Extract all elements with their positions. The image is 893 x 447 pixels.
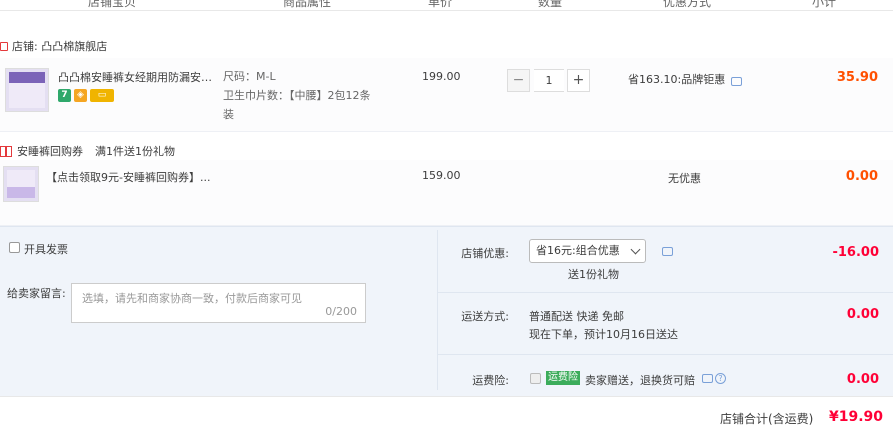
- header-discount: 优惠方式: [663, 0, 712, 9]
- item-attr-pad: 卫生巾片数：【中腰】2包12条: [223, 89, 371, 102]
- item-subtotal: 35.90: [836, 70, 878, 85]
- header-divider: [0, 10, 893, 11]
- store-label[interactable]: 店铺: 凸凸棉旗舰店: [12, 40, 107, 53]
- header-item: 店铺宝贝: [88, 0, 137, 9]
- insurance-tag: 运费险: [546, 371, 580, 385]
- qty-decrement-button[interactable]: −: [507, 69, 530, 92]
- gift-rule: 满1件送1份礼物: [95, 145, 175, 158]
- chevron-down-icon: [630, 244, 641, 255]
- guarantee-icon: ◈: [74, 89, 87, 102]
- seven-day-return-icon: 7: [58, 89, 71, 102]
- store-total-label: 店铺合计(含运费): [720, 412, 814, 426]
- chat-icon[interactable]: [702, 374, 713, 383]
- insurance-amount: 0.00: [846, 372, 879, 387]
- item-price: 199.00: [422, 70, 461, 83]
- item-attr-size: 尺码：M-L: [223, 70, 276, 83]
- store-discount-label: 店铺优惠:: [461, 247, 509, 260]
- credit-card-icon: ▭: [90, 89, 114, 102]
- store-total-amount: ¥19.90: [829, 409, 884, 425]
- item-title[interactable]: 凸凸棉安睡裤女经期用防漏安心...: [58, 69, 218, 85]
- store-name[interactable]: 店铺: 凸凸棉旗舰店: [0, 38, 107, 54]
- item-thumbnail[interactable]: [3, 166, 39, 202]
- message-textarea[interactable]: 选填，请先和商家协商一致，付款后商家可见 0/200: [71, 283, 366, 323]
- chat-icon[interactable]: [731, 77, 742, 86]
- message-placeholder: 选填，请先和商家协商一致，付款后商家可见: [82, 292, 302, 305]
- store-discount-note: 送1份礼物: [568, 268, 619, 281]
- header-subtotal: 小计: [812, 0, 837, 9]
- item-price: 159.00: [422, 169, 461, 182]
- item-thumbnail[interactable]: [5, 68, 49, 112]
- header-attrs: 商品属性: [283, 0, 332, 9]
- gift-name: 安睡裤回购券: [17, 145, 83, 158]
- store-discount-value: 省16元:组合优惠: [536, 244, 620, 257]
- item-title[interactable]: 【点击领取9元-安睡裤回购券】...: [46, 169, 216, 185]
- row-divider: [438, 292, 893, 293]
- table-header: 店铺宝贝 商品属性 单价 数量 优惠方式 小计: [0, 0, 893, 10]
- store-discount-select[interactable]: 省16元:组合优惠: [529, 239, 646, 263]
- invoice-checkbox[interactable]: [9, 242, 20, 253]
- row-divider: [438, 354, 893, 355]
- header-price: 单价: [428, 0, 453, 9]
- store-icon: [0, 42, 8, 51]
- shipping-eta: 现在下单，预计10月16日送达: [529, 328, 678, 341]
- panel-divider: [437, 230, 438, 390]
- shipping-amount: 0.00: [846, 307, 879, 322]
- message-counter: 0/200: [325, 305, 357, 318]
- qty-increment-button[interactable]: +: [567, 69, 590, 92]
- help-icon[interactable]: ?: [715, 373, 726, 384]
- invoice-label[interactable]: 开具发票: [24, 241, 68, 257]
- item-discount: 无优惠: [668, 172, 701, 185]
- item-discount: 省163.10:品牌钜惠: [628, 73, 726, 86]
- shipping-label: 运送方式:: [461, 310, 509, 323]
- chat-icon[interactable]: [662, 247, 673, 256]
- qty-input[interactable]: 1: [534, 69, 564, 92]
- insurance-desc: 卖家赠送，退换货可赔: [585, 374, 695, 387]
- item-subtotal: 0.00: [845, 169, 878, 184]
- header-qty: 数量: [538, 0, 563, 9]
- message-label: 给卖家留言:: [7, 287, 66, 300]
- item-attr-pad-cont: 装: [223, 108, 234, 121]
- insurance-label: 运费险:: [472, 374, 509, 387]
- shipping-method: 普通配送 快递 免邮: [529, 310, 624, 323]
- gift-info: 安睡裤回购券 满1件送1份礼物: [0, 143, 175, 159]
- gift-icon: [0, 146, 12, 157]
- store-discount-amount: -16.00: [832, 245, 879, 260]
- insurance-checkbox[interactable]: [530, 373, 541, 384]
